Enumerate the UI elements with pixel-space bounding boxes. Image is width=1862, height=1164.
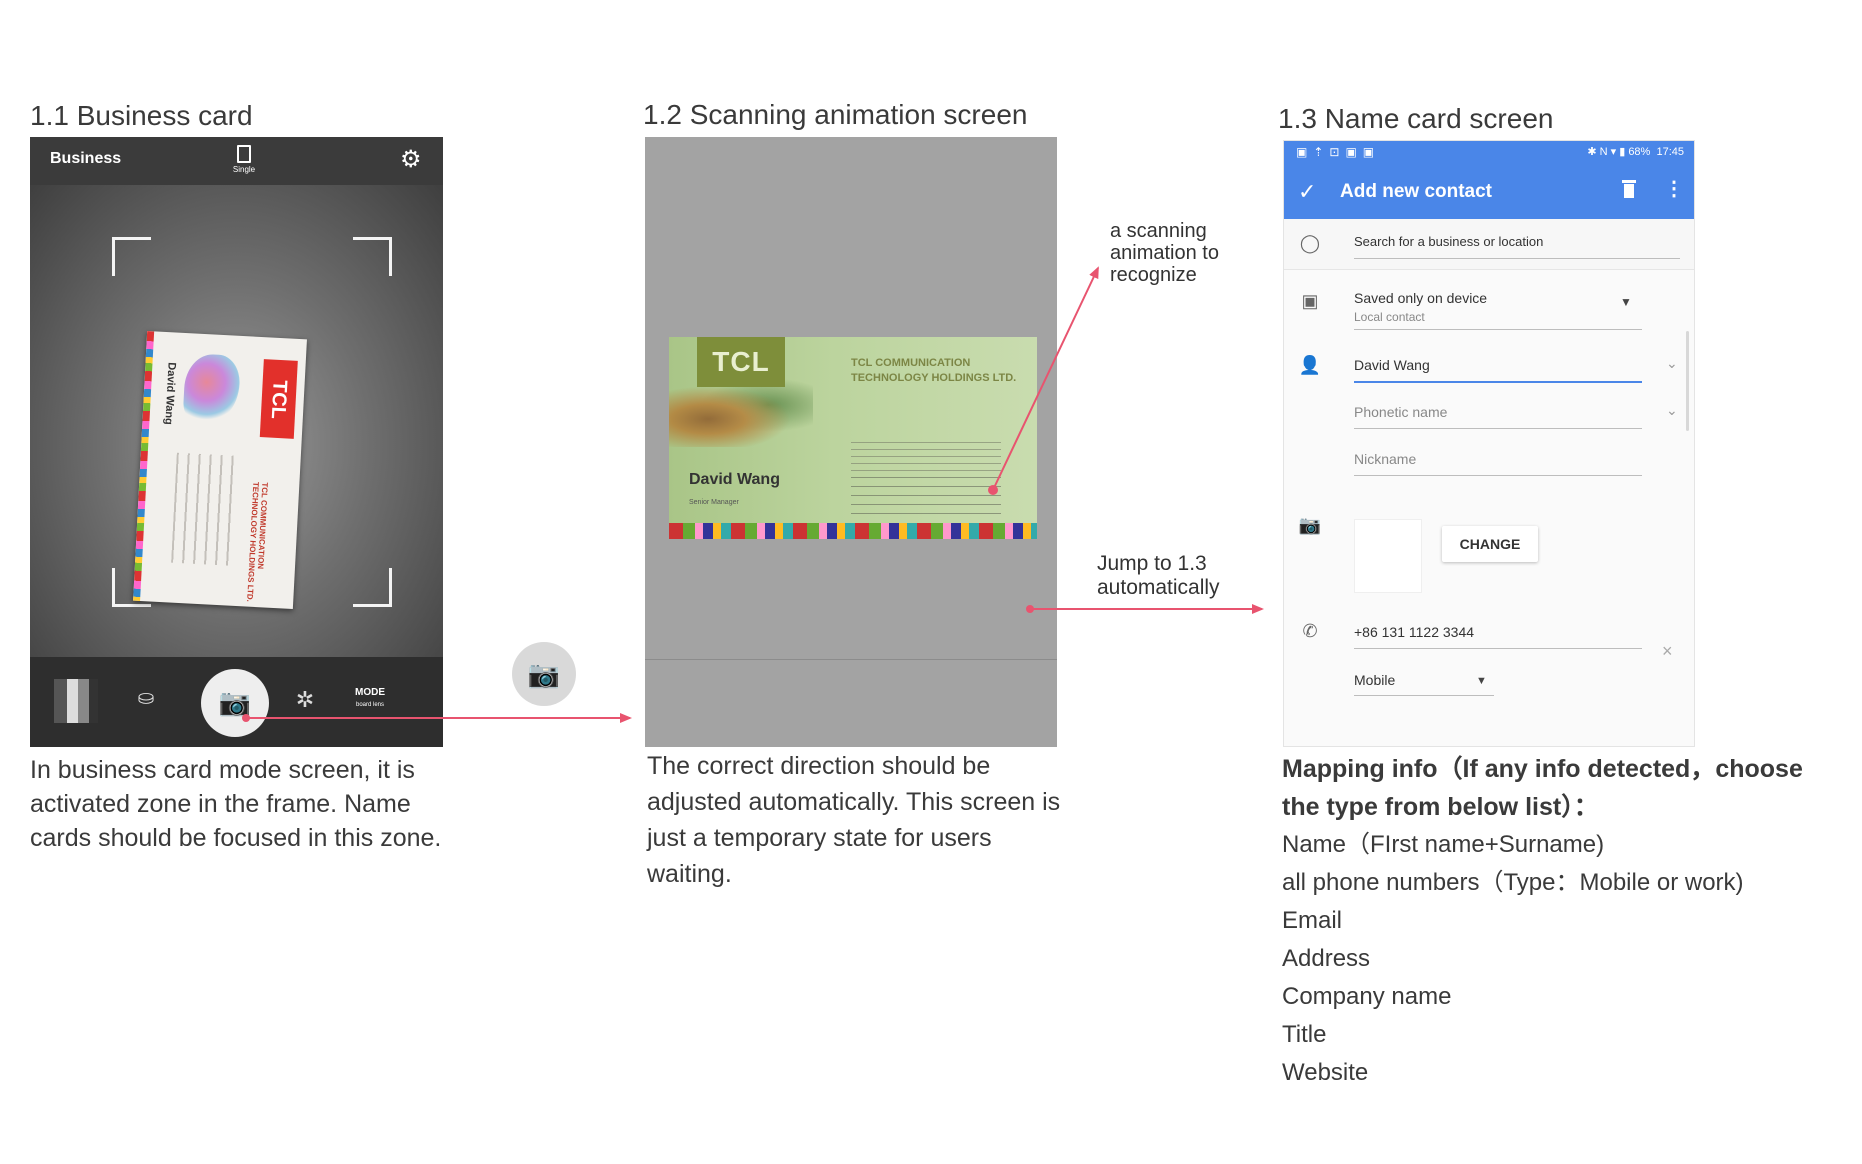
arrow-jump-to-1-3 bbox=[1026, 604, 1264, 614]
mapping-item-phone: all phone numbers（Type：Mobile or work) bbox=[1282, 869, 1744, 896]
account-secondary: Local contact bbox=[1354, 310, 1425, 324]
phone-underline bbox=[1354, 648, 1642, 649]
battery-level: 68% bbox=[1628, 146, 1651, 158]
arrow-shutter-to-scan bbox=[242, 713, 632, 723]
clock: 17:45 bbox=[1656, 146, 1684, 158]
contact-photo-placeholder[interactable] bbox=[1354, 519, 1422, 593]
mapping-title-line-2: the type from below list）： bbox=[1282, 793, 1599, 821]
close-icon[interactable]: × bbox=[1662, 641, 1673, 662]
name-underline bbox=[1354, 381, 1642, 383]
mapping-item-email: Email bbox=[1282, 907, 1343, 934]
more-vert-icon[interactable]: ⋮ bbox=[1664, 178, 1684, 200]
change-photo-button[interactable]: CHANGE bbox=[1442, 526, 1538, 562]
chevron-down-icon[interactable]: ⌄ bbox=[1666, 355, 1678, 372]
phonetic-name-field[interactable]: Phonetic name bbox=[1354, 404, 1447, 420]
mapping-title-line-1: Mapping info（If any info detected，choose bbox=[1282, 755, 1803, 783]
mapping-item-title: Title bbox=[1282, 1021, 1327, 1048]
nickname-underline bbox=[1354, 475, 1642, 476]
camera-icon: 📷 bbox=[1298, 515, 1322, 535]
status-right: ✱ N ▾ ▮ 68% 17:45 bbox=[1587, 146, 1684, 158]
dropdown-arrow-icon[interactable]: ▼ bbox=[1620, 295, 1632, 309]
phone-icon: ✆ bbox=[1302, 621, 1318, 641]
name-card-screen: ▣⇡⊡▣▣ ✱ N ▾ ▮ 68% 17:45 ✓ Add new contac… bbox=[1283, 140, 1695, 747]
section-1-3-heading: 1.3 Name card screen bbox=[1278, 103, 1554, 134]
account-primary[interactable]: Saved only on device bbox=[1354, 290, 1487, 306]
mapping-item-company: Company name bbox=[1282, 983, 1452, 1010]
nickname-field[interactable]: Nickname bbox=[1354, 451, 1416, 467]
mapping-info: Mapping info（If any info detected，choose… bbox=[1282, 750, 1803, 1092]
mapping-item-website: Website bbox=[1282, 1059, 1369, 1086]
checkmark-icon[interactable]: ✓ bbox=[1298, 179, 1316, 205]
dropdown-arrow-icon[interactable]: ▼ bbox=[1476, 675, 1487, 687]
search-input[interactable]: Search for a business or location bbox=[1354, 234, 1543, 249]
mapping-item-name: Name（FIrst name+Surname) bbox=[1282, 831, 1605, 858]
arrow-scan-to-note bbox=[988, 266, 1099, 495]
person-icon: 👤 bbox=[1298, 355, 1322, 375]
trash-icon[interactable] bbox=[1622, 180, 1636, 198]
scrollbar[interactable] bbox=[1686, 331, 1689, 431]
search-underline bbox=[1354, 258, 1680, 259]
phonetic-underline bbox=[1354, 428, 1642, 429]
notification-icons: ▣⇡⊡▣▣ bbox=[1296, 145, 1381, 159]
phone-type-select[interactable]: Mobile bbox=[1354, 672, 1395, 688]
app-bar: ✓ Add new contact ⋮ bbox=[1284, 165, 1694, 219]
page-title: Add new contact bbox=[1340, 181, 1493, 202]
account-underline bbox=[1354, 329, 1642, 330]
mapping-item-address: Address bbox=[1282, 945, 1371, 972]
chevron-down-icon[interactable]: ⌄ bbox=[1666, 402, 1678, 419]
status-bar: ▣⇡⊡▣▣ ✱ N ▾ ▮ 68% 17:45 bbox=[1284, 141, 1694, 165]
phone-type-underline bbox=[1354, 695, 1494, 696]
name-field[interactable]: David Wang bbox=[1354, 357, 1430, 373]
contact-card-icon: ▣ bbox=[1301, 291, 1319, 311]
location-target-icon: ◯ bbox=[1299, 233, 1321, 253]
phone-field[interactable]: +86 131 1122 3344 bbox=[1354, 624, 1474, 640]
